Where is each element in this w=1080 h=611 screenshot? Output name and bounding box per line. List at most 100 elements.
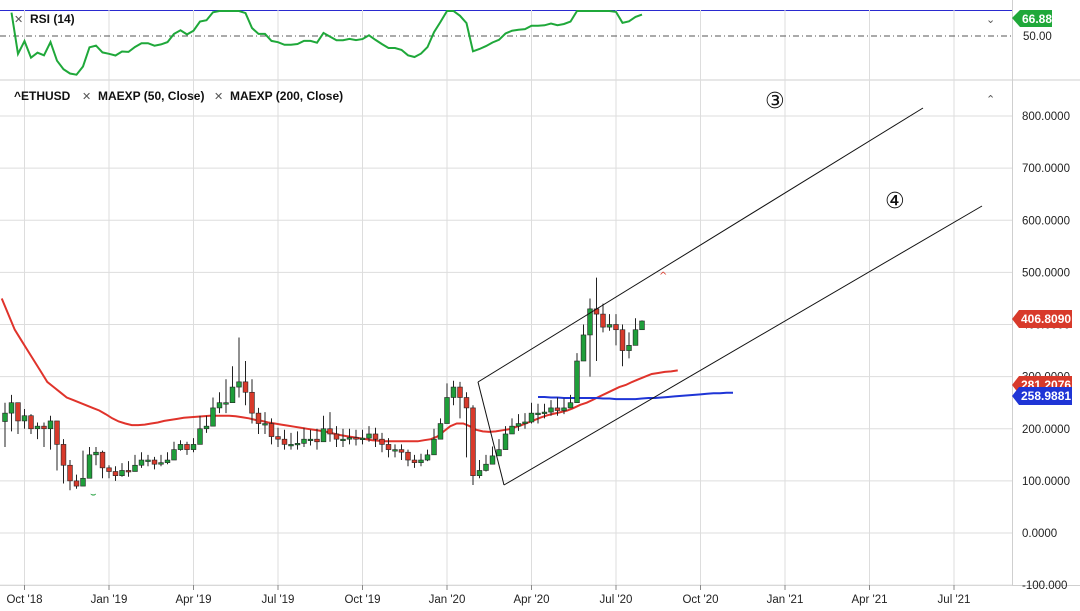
candle-body	[548, 407, 554, 413]
candle	[99, 450, 106, 479]
candle-body	[340, 438, 346, 441]
candle-body	[619, 329, 626, 351]
candle	[236, 337, 242, 398]
time-tick-label: Oct '19	[344, 594, 380, 606]
candle	[164, 452, 171, 465]
candle-body	[314, 438, 320, 443]
candle-body	[223, 402, 229, 405]
candle	[2, 402, 8, 448]
candle-body	[275, 436, 281, 440]
candle-body	[327, 428, 333, 435]
candle-body	[509, 425, 515, 435]
study2-label[interactable]: MAEXP (200, Close)	[230, 89, 343, 103]
candle	[93, 447, 99, 466]
candle	[223, 379, 229, 414]
last-price-badge: 406.8090	[1012, 310, 1072, 328]
candle	[392, 444, 398, 458]
candle	[457, 381, 463, 419]
candle	[34, 422, 41, 440]
candle-body	[444, 397, 450, 424]
rsi-collapse-icon[interactable]: ⌄	[986, 13, 995, 26]
rsi-value-badge: 66.88	[1012, 10, 1052, 27]
price-tick-label: 600.0000	[1022, 215, 1070, 227]
price-tick-label: 800.0000	[1022, 111, 1070, 123]
candle	[171, 441, 177, 461]
candle	[210, 397, 216, 427]
candle	[522, 413, 528, 429]
candle	[41, 422, 47, 448]
candle-body	[106, 467, 112, 472]
candle-body	[431, 438, 437, 456]
candle	[450, 380, 457, 406]
candle-body	[372, 433, 379, 440]
candle-body	[398, 449, 405, 453]
candle-body	[54, 420, 60, 445]
candle	[242, 361, 249, 406]
candle	[216, 392, 223, 414]
candle-body	[385, 444, 392, 450]
time-tick-label: Jan '20	[429, 594, 466, 606]
annotation-4[interactable]: ④	[885, 189, 905, 214]
candle-body	[249, 391, 255, 414]
rsi-midline-label: 50.00	[1023, 31, 1052, 43]
candle	[483, 454, 489, 472]
candle-body	[574, 360, 580, 403]
candle	[67, 460, 73, 491]
candle-body	[288, 444, 294, 447]
symbol-label[interactable]: ^ETHUSD	[14, 89, 71, 103]
rsi-close-icon[interactable]: ✕	[14, 13, 23, 26]
price-collapse-icon[interactable]: ⌃	[986, 93, 995, 106]
candle-body	[216, 402, 223, 409]
channel-left-edge[interactable]	[477, 381, 505, 486]
candle	[119, 463, 125, 477]
candle	[489, 446, 496, 465]
study2-close-icon[interactable]: ✕	[214, 90, 223, 103]
candle-body	[567, 402, 574, 409]
candle	[528, 402, 535, 424]
candle-body	[138, 459, 145, 466]
candle	[112, 466, 119, 481]
time-tick-label: Oct '18	[6, 594, 42, 606]
candle	[424, 449, 431, 462]
candle-body	[626, 345, 632, 351]
candle	[28, 414, 34, 434]
candle	[47, 415, 54, 450]
candle-body	[184, 444, 190, 450]
candle-body	[281, 438, 288, 445]
candle	[314, 428, 320, 450]
price-tick-label: 100.0000	[1022, 476, 1070, 488]
candle-body	[93, 451, 99, 456]
candle	[593, 277, 600, 362]
channel-lower-line[interactable]	[503, 205, 983, 486]
high-marker: ^	[659, 271, 667, 282]
candle	[54, 420, 60, 471]
rsi-label[interactable]: RSI (14)	[30, 12, 75, 26]
study1-label[interactable]: MAEXP (50, Close)	[98, 89, 204, 103]
candle	[281, 429, 288, 450]
candle-body	[132, 464, 138, 472]
candle-body	[541, 411, 548, 414]
price-tick-label: 500.0000	[1022, 267, 1070, 279]
candle-body	[405, 451, 411, 461]
candle	[15, 402, 21, 434]
candle-body	[489, 455, 496, 465]
annotation-3[interactable]: ③	[765, 89, 785, 114]
candle	[359, 429, 366, 445]
study1-close-icon[interactable]: ✕	[82, 90, 91, 103]
candle-body	[15, 402, 21, 422]
candle	[132, 454, 138, 472]
candle-body	[476, 470, 483, 476]
candle-body	[73, 480, 80, 487]
candle	[8, 394, 15, 432]
candle	[333, 426, 340, 448]
candle-body	[600, 313, 606, 328]
candle-body	[424, 454, 431, 461]
candle-body	[197, 428, 203, 445]
candle	[320, 415, 327, 443]
candle-body	[171, 449, 177, 461]
candle	[619, 324, 626, 367]
candle	[632, 318, 639, 346]
candle-body	[145, 459, 151, 462]
candle-body	[470, 407, 476, 476]
candle	[509, 418, 515, 435]
